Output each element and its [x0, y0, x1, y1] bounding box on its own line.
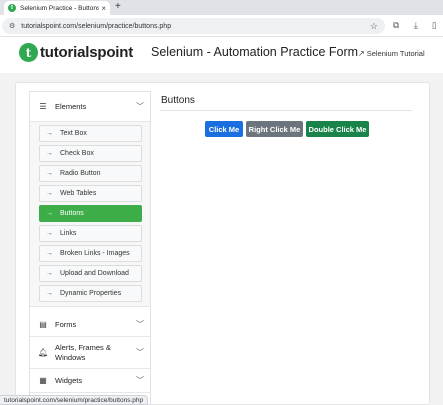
status-bar: tutorialspoint.com/selenium/practice/but… [0, 395, 149, 405]
click-me-button[interactable]: Click Me [205, 121, 243, 137]
widgets-icon: ▦ [39, 376, 47, 385]
arrow-right-icon: → [46, 150, 53, 157]
sidebar-item-check-box[interactable]: → Check Box [39, 145, 142, 162]
logo-mark-icon: t [19, 43, 38, 62]
address-bar[interactable]: ⚙ tutorialspoint.com/selenium/practice/b… [2, 18, 385, 34]
logo-text: tutorialspoint [40, 44, 134, 61]
extensions-icon[interactable]: ⧉ [393, 20, 399, 31]
tab-title: Selenium Practice - Buttons [20, 4, 100, 12]
sidebar-item-label: Buttons [60, 210, 84, 217]
sidebar-item-dynamic-properties[interactable]: → Dynamic Properties [39, 285, 142, 302]
favicon-icon: t [8, 4, 16, 12]
sidebar-item-broken-links[interactable]: → Broken Links - Images [39, 245, 142, 262]
accordion-forms[interactable]: ▤ Forms ﹀ [30, 313, 150, 337]
sidebar-item-radio-button[interactable]: → Radio Button [39, 165, 142, 182]
new-tab-icon[interactable]: + [115, 1, 121, 12]
bookmark-star-icon[interactable]: ☆ [370, 21, 378, 32]
hamburger-icon: ☰ [39, 102, 47, 111]
chevron-down-icon: ﹀ [136, 320, 144, 329]
selenium-tutorial-link[interactable]: ↗ Selenium Tutorial [358, 49, 425, 58]
sidebar-item-label: Links [60, 230, 77, 237]
side-panel-icon[interactable]: ▯ [432, 20, 437, 31]
close-tab-icon[interactable]: × [101, 4, 106, 13]
arrow-right-icon: → [46, 210, 53, 217]
browser-toolbar: ⚙ tutorialspoint.com/selenium/practice/b… [0, 15, 443, 37]
accordion-forms-label: Forms [55, 319, 77, 329]
browser-tab-strip: t Selenium Practice - Buttons × + [0, 0, 443, 15]
sidebar-item-label: Broken Links - Images [60, 250, 130, 257]
sidebar-item-label: Check Box [60, 150, 94, 157]
form-icon: ▤ [39, 320, 47, 329]
address-url[interactable]: tutorialspoint.com/selenium/practice/but… [21, 23, 370, 30]
sidebar-item-label: Upload and Download [60, 270, 129, 277]
selenium-tutorial-label: Selenium Tutorial [366, 49, 425, 58]
browser-tab[interactable]: t Selenium Practice - Buttons × [4, 1, 110, 15]
double-click-me-button[interactable]: Double Click Me [306, 121, 369, 137]
accordion-alerts-label: Alerts, Frames & Windows [55, 342, 111, 362]
accordion-widgets[interactable]: ▦ Widgets ﹀ [30, 369, 150, 393]
content-title: Buttons [161, 95, 195, 106]
sidebar-item-label: Text Box [60, 130, 87, 137]
site-settings-icon[interactable]: ⚙ [9, 22, 15, 30]
accordion-elements-label: Elements [55, 101, 87, 111]
sidebar-item-web-tables[interactable]: → Web Tables [39, 185, 142, 202]
chevron-down-icon: ﹀ [136, 348, 144, 357]
elements-menu: → Text Box → Check Box → Radio Button → … [30, 122, 150, 307]
page-heading: Selenium - Automation Practice Form [151, 45, 359, 59]
sidebar-item-upload-download[interactable]: → Upload and Download [39, 265, 142, 282]
chevron-down-icon: ﹀ [136, 102, 144, 111]
sidebar-item-text-box[interactable]: → Text Box [39, 125, 142, 142]
arrow-right-icon: → [46, 130, 53, 137]
arrow-right-icon: → [46, 190, 53, 197]
external-link-icon: ↗ [358, 49, 365, 58]
sidebar-item-label: Web Tables [60, 190, 97, 197]
download-icon[interactable]: ⤓ [414, 20, 418, 31]
site-logo[interactable]: t tutorialspoint [19, 43, 133, 62]
bell-icon: 🔔︎ [38, 348, 49, 357]
arrow-right-icon: → [46, 250, 53, 257]
chevron-down-icon: ﹀ [136, 376, 144, 385]
sidebar-item-label: Radio Button [60, 170, 101, 177]
right-click-me-button[interactable]: Right Click Me [246, 121, 303, 137]
sidebar-item-buttons[interactable]: → Buttons [39, 205, 142, 222]
arrow-right-icon: → [46, 170, 53, 177]
sidebar-item-label: Dynamic Properties [60, 290, 122, 297]
arrow-right-icon: → [46, 270, 53, 277]
divider [160, 110, 412, 111]
site-header: t tutorialspoint Selenium - Automation P… [0, 37, 443, 73]
accordion-alerts[interactable]: 🔔︎ Alerts, Frames & Windows ﹀ [30, 337, 150, 369]
arrow-right-icon: → [46, 290, 53, 297]
accordion-widgets-label: Widgets [55, 375, 83, 385]
accordion-elements[interactable]: ☰ Elements ﹀ [30, 92, 150, 122]
sidebar-item-links[interactable]: → Links [39, 225, 142, 242]
sidebar: ☰ Elements ﹀ → Text Box → Check Box → Ra… [29, 91, 151, 405]
arrow-right-icon: → [46, 230, 53, 237]
